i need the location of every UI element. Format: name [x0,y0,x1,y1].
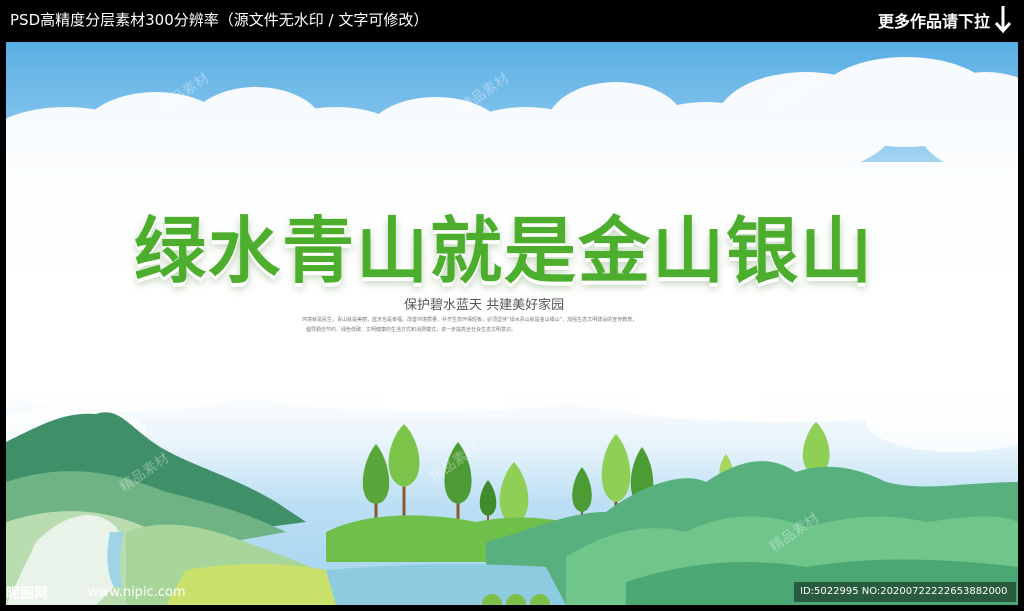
image-id-label: ID:5022995 NO:20200722222653882000 [794,582,1016,602]
site-logo[interactable]: 昵图网 [6,583,48,603]
top-info-bar: PSD高精度分层素材300分辨率（源文件无水印 / 文字可修改） 更多作品请下拉 [0,0,1024,38]
down-arrow-icon[interactable] [994,4,1012,34]
resolution-note: PSD高精度分层素材300分辨率（源文件无水印 / 文字可修改） [10,11,429,29]
poster-canvas: 绿水青山就是金山银山 保护碧水蓝天 共建美好家园 环境就是民生，青山就是美丽，蓝… [6,42,1018,605]
site-url[interactable]: www.nipic.com [88,585,186,600]
landscape-illustration [6,412,1018,605]
more-works-link[interactable]: 更多作品请下拉 [878,8,990,32]
